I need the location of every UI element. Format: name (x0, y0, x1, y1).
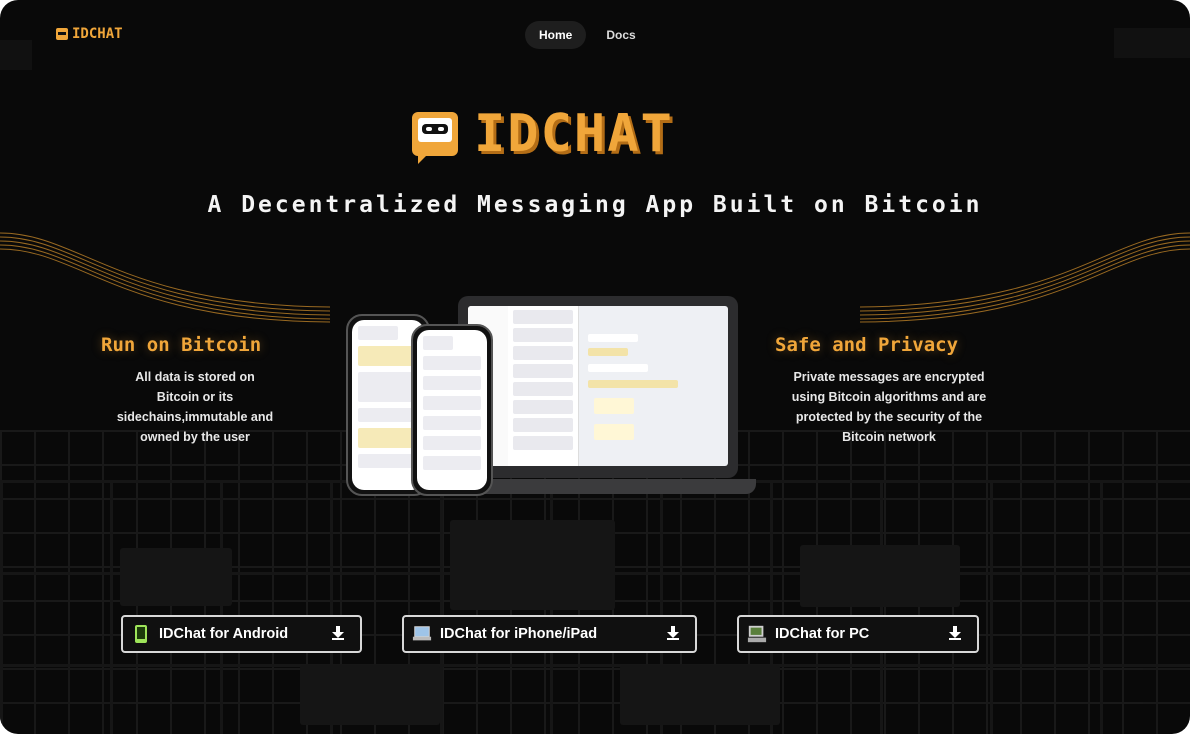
phone-mockup-front (411, 324, 493, 496)
feature-text-bitcoin: All data is stored on Bitcoin or its sid… (116, 370, 274, 444)
feature-title-privacy: Safe and Privacy (775, 334, 959, 356)
download-iphone-label: IDChat for iPhone/iPad (440, 626, 598, 642)
laptop-mockup (458, 296, 738, 478)
nav-home[interactable]: Home (525, 21, 587, 49)
feature-text-privacy: Private messages are encrypted using Bit… (791, 370, 987, 444)
download-arrow-icon (665, 625, 681, 643)
hero-tagline: A Decentralized Messaging App Built on B… (207, 192, 983, 218)
laptop-icon (412, 624, 432, 644)
download-iphone-button[interactable]: IDChat for iPhone/iPad (402, 615, 697, 653)
chat-mask-icon (56, 28, 68, 40)
page: IDCHAT Home Docs IDCHAT A Decentralized … (0, 0, 1190, 734)
background-block (800, 545, 960, 607)
android-phone-icon (131, 624, 151, 644)
top-nav-bar: IDCHAT Home Docs (0, 0, 1190, 70)
wave-decoration-left (0, 232, 330, 323)
wave-decoration-right (860, 232, 1190, 323)
download-pc-button[interactable]: IDChat for PC (737, 615, 979, 653)
header-logo-text: IDCHAT (72, 26, 123, 42)
background-block (450, 520, 615, 610)
main-nav: Home Docs (525, 21, 650, 49)
background-block (120, 548, 232, 606)
download-pc-label: IDChat for PC (775, 626, 870, 642)
nav-docs[interactable]: Docs (592, 21, 649, 49)
background-block (620, 665, 780, 725)
feature-title-bitcoin: Run on Bitcoin (101, 334, 262, 356)
header-logo[interactable]: IDCHAT (56, 26, 123, 42)
desktop-computer-icon (747, 624, 767, 644)
background-block (300, 665, 440, 725)
chat-mask-icon (412, 112, 458, 164)
hero-logo: IDCHAT (412, 104, 674, 164)
download-android-label: IDChat for Android (159, 626, 289, 642)
hero-logo-text: IDCHAT (474, 104, 674, 164)
download-arrow-icon (330, 625, 346, 643)
download-arrow-icon (947, 625, 963, 643)
download-android-button[interactable]: IDChat for Android (121, 615, 362, 653)
laptop-screen (468, 306, 728, 466)
